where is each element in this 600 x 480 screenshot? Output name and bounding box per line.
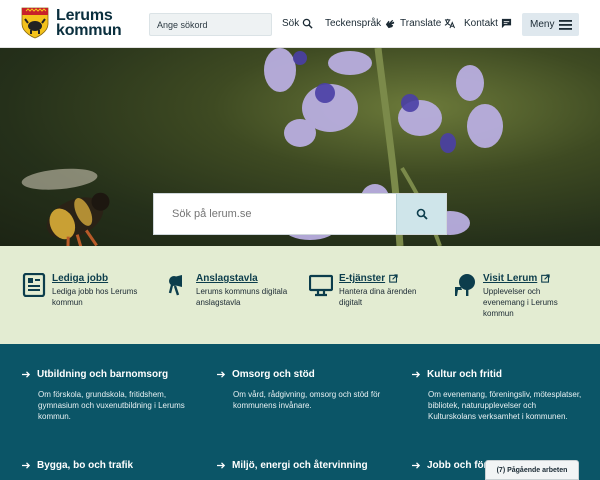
hero-search-button[interactable] [396,194,446,234]
category-title[interactable]: Utbildning och barnomsorg [37,369,168,380]
category-culture[interactable]: Kultur och fritid Om evenemang, förening… [412,369,582,422]
category-care[interactable]: Omsorg och stöd Om vård, rådgivning, oms… [217,369,392,411]
quick-link-visit-lerum[interactable]: Visit Lerum Upplevelser och evenemang i … [453,273,583,319]
ongoing-work-badge[interactable]: (7) Pågående arbeten [485,460,579,480]
header-search-input[interactable]: Ange sökord [149,13,272,36]
category-environment[interactable]: Miljö, energi och återvinning [217,460,397,471]
quick-links: Lediga jobb Lediga jobb hos Lerums kommu… [0,246,600,344]
category-title[interactable]: Jobb och före [427,460,493,471]
logo-line1: Lerums [56,7,113,24]
arrow-right-icon [22,462,31,469]
logo-line2: kommun [56,22,122,39]
category-title[interactable]: Miljö, energi och återvinning [232,460,368,471]
category-desc: Om förskola, grundskola, fritidshem, gym… [38,390,185,421]
bee [21,168,110,246]
nav-sign-language-label: Teckenspråk [325,18,382,29]
arrow-right-icon [22,371,31,378]
quick-link-e-services[interactable]: E-tjänster Hantera dina ärenden digitalt [309,273,439,308]
arrow-right-icon [412,371,421,378]
quick-link-desc: Hantera dina ärenden digitalt [339,287,417,307]
hero-search-input[interactable] [154,194,396,234]
translate-icon [445,18,456,29]
nav-search[interactable]: Sök [282,18,313,29]
nav-translate-label: Translate [400,18,442,29]
search-icon [302,18,313,29]
chat-icon [501,18,512,29]
category-desc: Om evenemang, föreningsliv, mötesplatser… [428,390,582,421]
hero-search [153,193,447,235]
quick-link-desc: Lediga jobb hos Lerums kommun [52,287,138,307]
site-header: Lerums kommun Ange sökord Sök Teckensprå… [0,0,600,48]
arrow-right-icon [217,462,226,469]
category-title[interactable]: Kultur och fritid [427,369,502,380]
category-title[interactable]: Omsorg och stöd [232,369,315,380]
external-link-icon [541,274,550,283]
quick-link-jobs[interactable]: Lediga jobb Lediga jobb hos Lerums kommu… [22,273,152,308]
category-title[interactable]: Bygga, bo och trafik [37,460,133,471]
hand-icon [385,19,395,29]
tree-icon [455,274,475,296]
hamburger-icon [559,19,572,30]
arrow-right-icon [217,371,226,378]
megaphone-icon [168,275,182,296]
nav-contact-label: Kontakt [464,18,498,29]
external-link-icon [389,274,398,283]
nav-translate[interactable]: Translate [400,18,456,29]
category-education[interactable]: Utbildning och barnomsorg Om förskola, g… [22,369,192,422]
document-icon [22,273,46,297]
quick-link-title[interactable]: Lediga jobb [52,273,108,284]
nav-sign-language[interactable]: Teckenspråk [325,18,395,29]
quick-link-notice-board[interactable]: Anslagstavla Lerums kommuns digitala ans… [166,273,296,308]
quick-link-desc: Upplevelser och evenemang i Lerums kommu… [483,287,558,318]
monitor-icon [309,274,333,297]
search-icon [416,208,428,220]
arrow-right-icon [412,462,421,469]
quick-link-title[interactable]: Visit Lerum [483,273,537,284]
quick-link-title[interactable]: E-tjänster [339,273,385,284]
category-building[interactable]: Bygga, bo och trafik [22,460,192,471]
category-desc: Om vård, rådgivning, omsorg och stöd för… [233,390,381,410]
menu-label: Meny [530,19,555,30]
nav-search-label: Sök [282,18,300,29]
crest-icon [21,7,49,39]
quick-link-desc: Lerums kommuns digitala anslagstavla [196,287,288,307]
logo[interactable]: Lerums kommun [20,6,122,40]
hero-banner [0,48,600,246]
nav-contact[interactable]: Kontakt [464,18,512,29]
quick-link-title[interactable]: Anslagstavla [196,273,258,284]
menu-button[interactable]: Meny [522,13,579,36]
